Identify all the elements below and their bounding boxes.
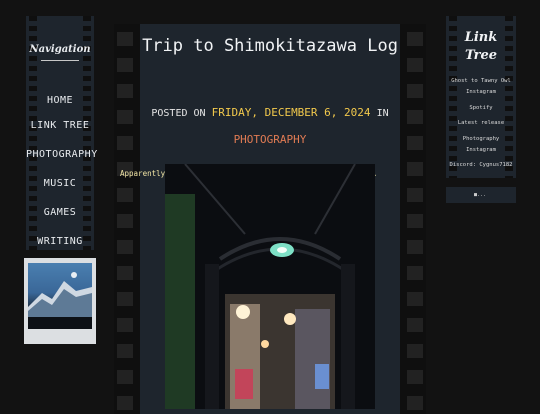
link-spotify[interactable]: Spotify	[446, 104, 516, 113]
nav-item-writing[interactable]: WRITING	[26, 236, 94, 247]
mountain-photo	[28, 263, 92, 329]
broken-image-icon[interactable]: ■...	[474, 192, 486, 198]
navigation-divider	[41, 60, 79, 61]
post-date[interactable]: FRIDAY, DECEMBER 6, 2024	[212, 106, 371, 119]
post-title[interactable]: Trip to Shimokitazawa Log	[114, 36, 426, 56]
posted-on-label: POSTED ON	[151, 108, 206, 119]
post-meta: POSTED ON FRIDAY, DECEMBER 6, 2024 IN	[114, 106, 426, 119]
nav-item-photography[interactable]: PHOTOGRAPHY	[26, 149, 97, 160]
link-latest-release[interactable]: Latest release	[446, 119, 516, 128]
polaroid-thumbnail	[24, 258, 96, 344]
mountain-illustration	[28, 272, 92, 329]
post-category-link[interactable]: PHOTOGRAPHY	[114, 133, 426, 146]
nav-item-music[interactable]: MUSIC	[26, 178, 94, 189]
link-photography-instagram[interactable]: Instagram	[446, 146, 516, 155]
link-ghost-to-tawny-owl[interactable]: Ghost to Tawny Owl	[446, 77, 516, 86]
navigation-panel: Navigation HOME LINK TREE PHOTOGRAPHY MU…	[26, 16, 97, 250]
post-container: Trip to Shimokitazawa Log POSTED ON FRID…	[114, 24, 426, 414]
badge-panel: ■...	[446, 187, 516, 203]
film-holes-right	[407, 32, 423, 414]
post-photo	[165, 164, 375, 409]
nav-item-home[interactable]: HOME	[26, 95, 94, 106]
link-tree-title-line1: Link	[464, 30, 498, 45]
link-photography[interactable]: Photography	[446, 135, 516, 144]
link-discord[interactable]: Discord: Cygnus7182	[446, 161, 516, 170]
link-tree-title: Link Tree	[446, 29, 516, 65]
link-tree-title-line2: Tree	[464, 48, 498, 63]
in-label: IN	[376, 108, 389, 119]
link-tree-panel: Link Tree Ghost to Tawny Owl Instagram S…	[446, 16, 516, 178]
navigation-title: Navigation	[29, 44, 91, 55]
film-holes-left	[117, 32, 133, 414]
nav-item-link-tree[interactable]: LINK TREE	[26, 120, 94, 131]
link-instagram[interactable]: Instagram	[446, 88, 516, 97]
nav-item-games[interactable]: GAMES	[26, 207, 94, 218]
shimokitazawa-arcade-photo	[165, 164, 375, 409]
